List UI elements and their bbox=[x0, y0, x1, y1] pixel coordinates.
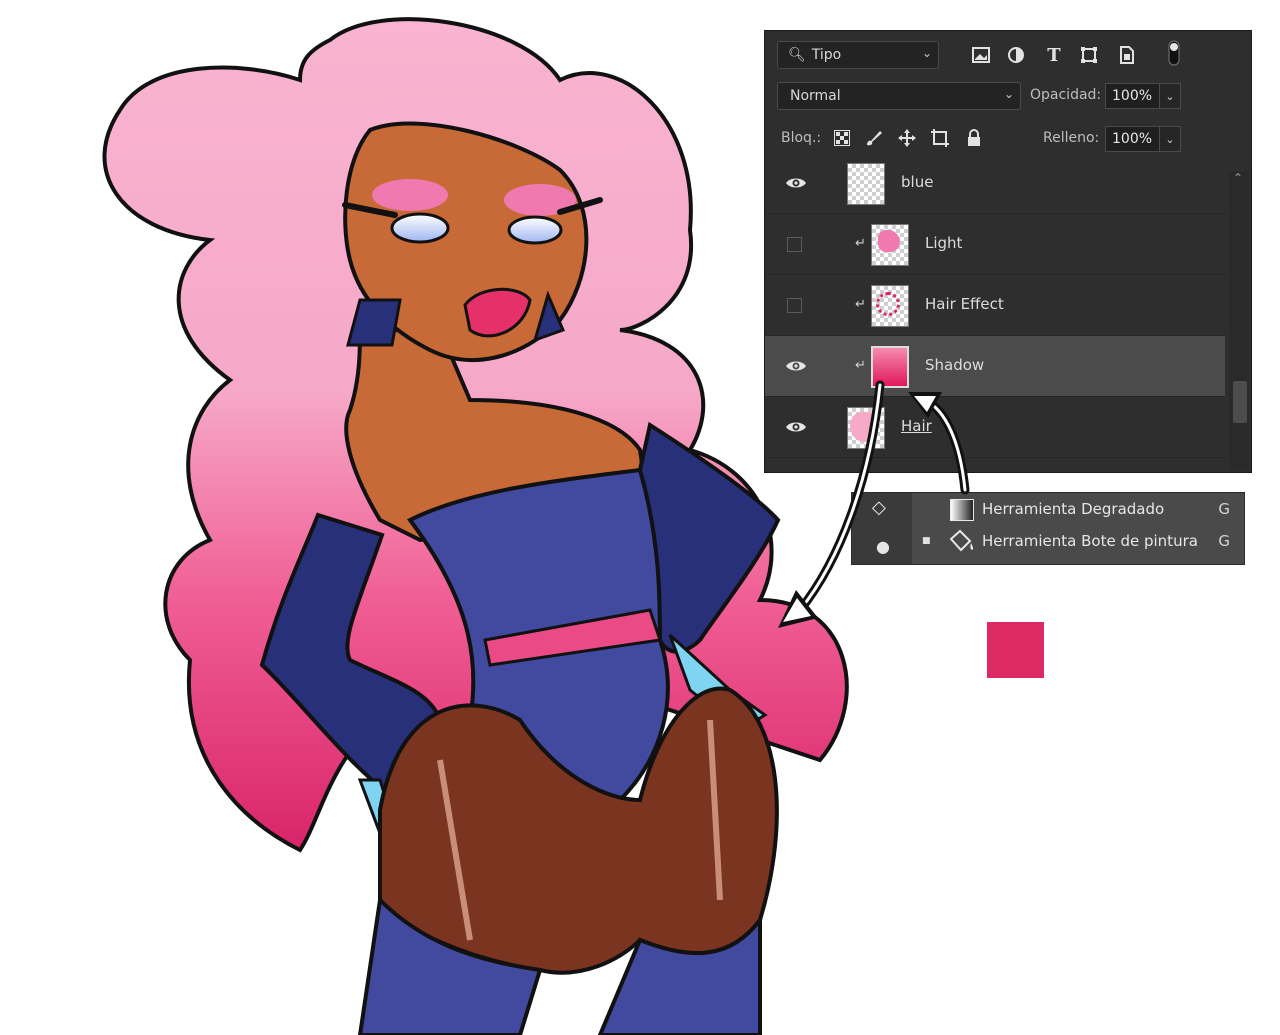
filter-kind-label: Tipo bbox=[811, 47, 842, 63]
blend-row: Normal ⌄ Opacidad: 100% ⌄ bbox=[765, 82, 1251, 112]
clipping-mask-icon: ↵ bbox=[855, 358, 866, 373]
opacity-chevron-icon[interactable]: ⌄ bbox=[1159, 83, 1181, 109]
layer-thumbnail bbox=[847, 407, 885, 449]
lock-row: Bloq.: Relleno: 100% ⌄ bbox=[765, 124, 1251, 154]
layer-thumbnail bbox=[871, 224, 909, 266]
tool-flyout-menu: ◇ ● Herramienta Degradado G ■ Herramient… bbox=[851, 492, 1245, 565]
blend-mode-label: Normal bbox=[790, 88, 841, 104]
visibility-toggle-box[interactable] bbox=[787, 237, 802, 252]
gradient-tool-icon bbox=[950, 499, 974, 521]
filter-toggle-icon[interactable] bbox=[1163, 40, 1185, 66]
menu-item-gradient-tool[interactable]: Herramienta Degradado G bbox=[914, 493, 1244, 525]
layer-row-light[interactable]: ↵ Light bbox=[765, 214, 1225, 275]
toolbar-strip: ◇ ● bbox=[852, 493, 912, 564]
paint-bucket-icon[interactable]: ◇ bbox=[872, 497, 886, 518]
adjustment-filter-icon[interactable] bbox=[1005, 44, 1027, 66]
search-icon: 🔍︎ bbox=[788, 47, 806, 63]
visibility-eye-icon[interactable] bbox=[785, 417, 807, 437]
clipping-mask-icon: ↵ bbox=[855, 297, 866, 312]
tool-name: Herramienta Bote de pintura bbox=[982, 532, 1198, 550]
fill-chevron-icon[interactable]: ⌄ bbox=[1159, 126, 1181, 152]
smart-object-filter-icon[interactable] bbox=[1115, 44, 1137, 66]
visibility-eye-icon[interactable] bbox=[785, 173, 807, 193]
visibility-toggle-box[interactable] bbox=[787, 298, 802, 313]
opacity-label: Opacidad: bbox=[1030, 87, 1102, 103]
image-filter-icon[interactable] bbox=[970, 44, 992, 66]
layer-name: Light bbox=[925, 234, 963, 252]
layer-thumbnail bbox=[871, 285, 909, 327]
layer-row-hair[interactable]: Hair bbox=[765, 397, 1225, 458]
fill-label: Relleno: bbox=[1043, 130, 1100, 146]
layer-row-shadow[interactable]: ↵ Shadow bbox=[765, 336, 1225, 397]
scrollbar-thumb[interactable] bbox=[1233, 381, 1247, 423]
layer-thumbnail bbox=[847, 163, 885, 205]
lock-artboard-icon[interactable] bbox=[929, 127, 951, 149]
layer-name: blue bbox=[901, 173, 934, 191]
layers-panel: 🔍︎ Tipo ⌄ T Normal ⌄ Opacidad: 100% ⌄ Bl… bbox=[764, 30, 1252, 473]
layer-name: Shadow bbox=[925, 356, 985, 374]
shortcut-key: G bbox=[1218, 500, 1230, 518]
layer-name: Hair bbox=[901, 417, 932, 435]
tool-name: Herramienta Degradado bbox=[982, 500, 1165, 518]
fill-input[interactable]: 100% bbox=[1105, 126, 1161, 152]
paint-bucket-tool-icon bbox=[948, 529, 976, 557]
visibility-eye-icon[interactable] bbox=[785, 356, 807, 376]
menu-item-paint-bucket-tool[interactable]: ■ Herramienta Bote de pintura G bbox=[914, 525, 1244, 557]
layer-row-blue[interactable]: blue bbox=[765, 153, 1225, 214]
lock-all-icon[interactable] bbox=[963, 127, 985, 149]
lock-position-icon[interactable] bbox=[896, 127, 918, 149]
shape-filter-icon[interactable] bbox=[1078, 44, 1100, 66]
opacity-input[interactable]: 100% bbox=[1105, 83, 1161, 109]
active-bullet-icon: ■ bbox=[922, 536, 931, 546]
layers-scrollbar[interactable]: ⌃ bbox=[1229, 171, 1249, 471]
chevron-down-icon: ⌄ bbox=[1003, 87, 1014, 101]
clipping-mask-icon: ↵ bbox=[855, 236, 866, 251]
layer-thumbnail bbox=[871, 346, 909, 388]
blend-mode-dropdown[interactable]: Normal ⌄ bbox=[777, 82, 1021, 110]
drop-icon[interactable]: ● bbox=[876, 537, 890, 556]
lock-label: Bloq.: bbox=[781, 130, 822, 146]
color-swatch bbox=[987, 622, 1044, 678]
layer-row-hair-effect[interactable]: ↵ Hair Effect bbox=[765, 275, 1225, 336]
filter-row: 🔍︎ Tipo ⌄ T bbox=[765, 40, 1251, 71]
shortcut-key: G bbox=[1218, 532, 1230, 550]
lock-transparency-icon[interactable] bbox=[831, 127, 853, 149]
chevron-down-icon: ⌄ bbox=[921, 46, 932, 60]
filter-kind-dropdown[interactable]: 🔍︎ Tipo ⌄ bbox=[777, 41, 939, 69]
chevron-up-icon[interactable]: ⌃ bbox=[1233, 171, 1243, 185]
layer-name: Hair Effect bbox=[925, 295, 1004, 313]
type-filter-icon[interactable]: T bbox=[1043, 44, 1065, 66]
lock-pixels-icon[interactable] bbox=[863, 127, 885, 149]
